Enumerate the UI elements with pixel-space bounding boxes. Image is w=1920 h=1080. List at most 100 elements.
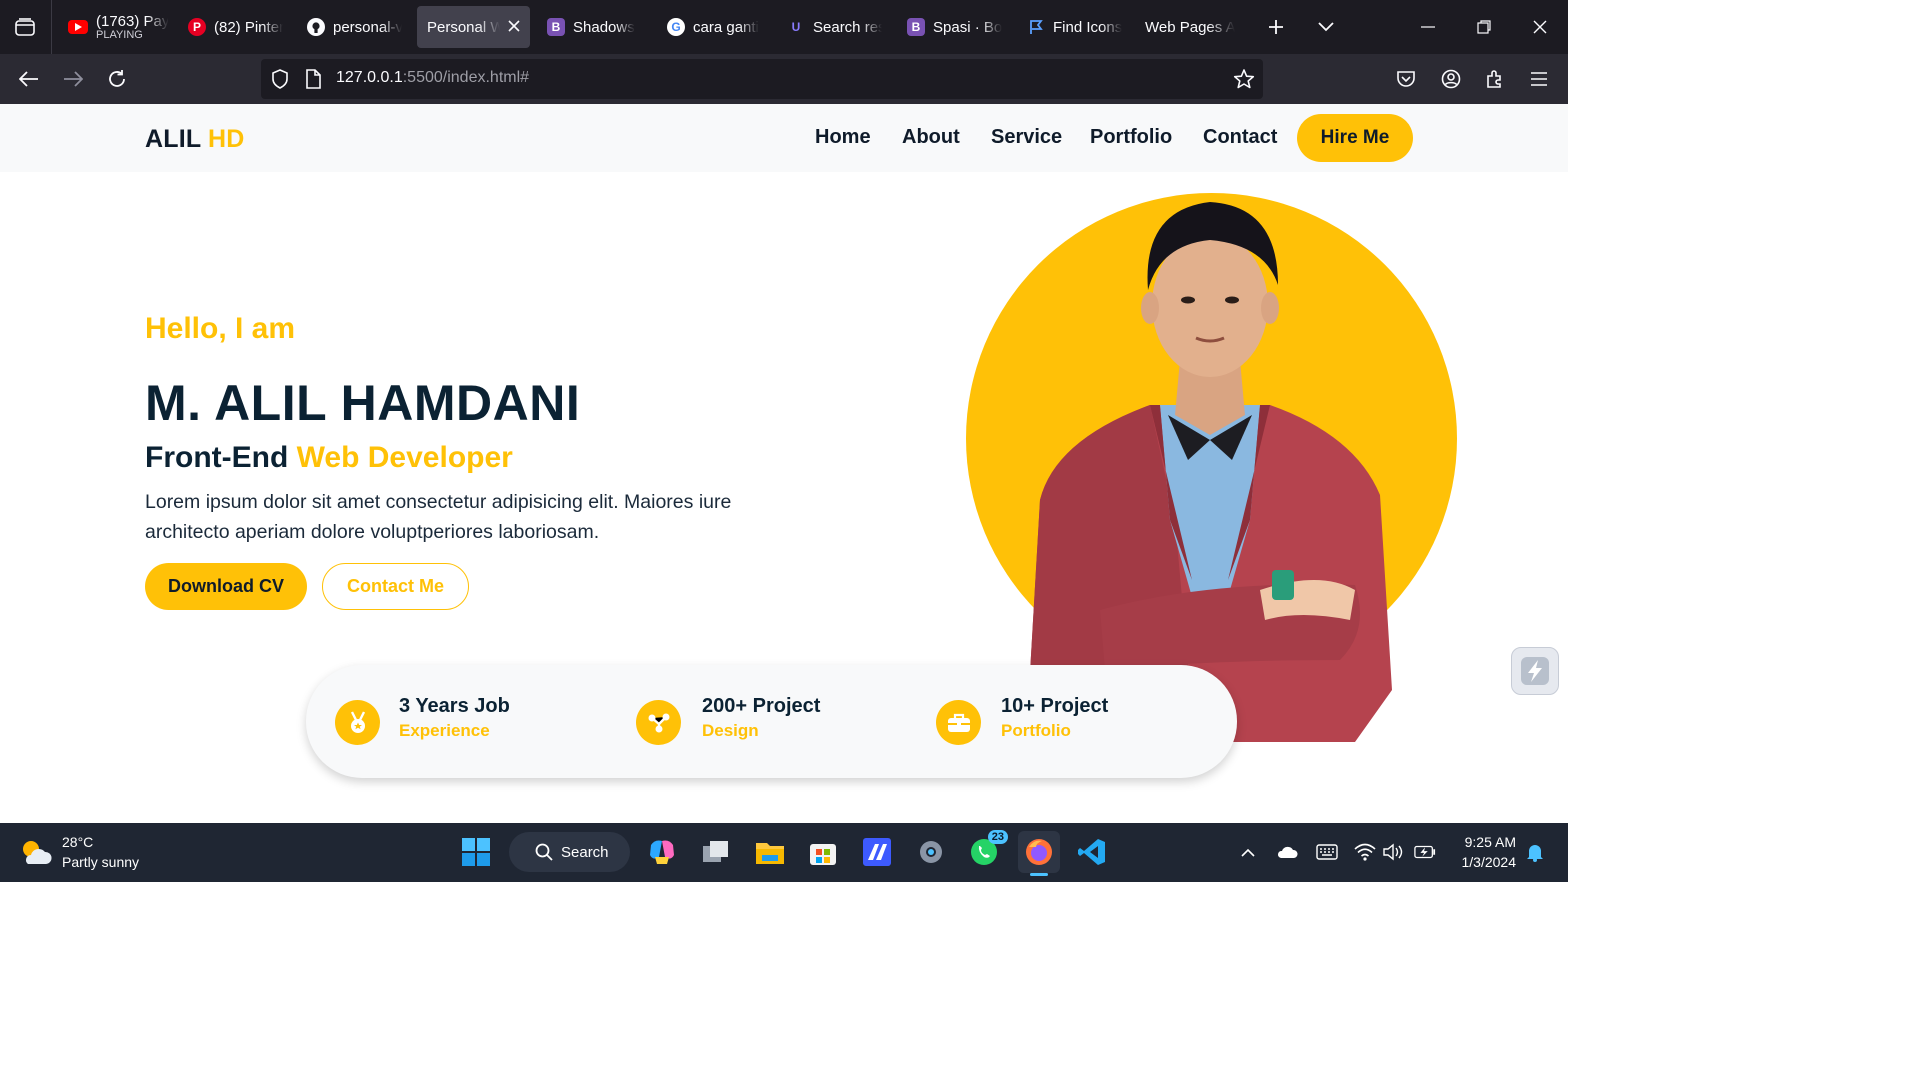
tab-youtube[interactable]: (1763) Pay PLAYING (58, 6, 168, 48)
notification-badge: 23 (987, 830, 1008, 844)
close-tab-icon[interactable] (508, 19, 520, 36)
tab-title: Find Icons (1053, 18, 1122, 36)
tab-github[interactable]: personal-v (297, 6, 412, 48)
clock-date: 1/3/2024 (1461, 854, 1517, 870)
copilot-icon[interactable] (644, 834, 680, 870)
tab-pinterest[interactable]: P (82) Pinter (178, 6, 293, 48)
firefox-icon[interactable] (1018, 831, 1060, 873)
keyboard-icon[interactable] (1316, 841, 1338, 863)
address-bar[interactable]: 127.0.0.1:5500/index.html# (261, 59, 1263, 99)
search-icon (535, 843, 553, 861)
app-icon[interactable] (859, 834, 895, 870)
weather-widget[interactable]: 28°C Partly sunny (18, 832, 139, 872)
page-info-icon[interactable] (305, 69, 321, 94)
nav-link-about[interactable]: About (902, 126, 960, 149)
download-cv-button[interactable]: Download CV (145, 563, 307, 610)
notification-bell-icon[interactable] (1524, 841, 1546, 863)
taskbar-search[interactable]: Search (509, 832, 630, 872)
show-hidden-icons-chevron-up-icon[interactable] (1237, 841, 1259, 863)
tab-uiverse[interactable]: U Search res (777, 6, 892, 48)
microsoft-store-icon[interactable] (805, 834, 841, 870)
briefcase-icon (936, 700, 981, 745)
onedrive-cloud-icon[interactable] (1276, 841, 1298, 863)
tab-spasi[interactable]: B Spasi · Boo (897, 6, 1012, 48)
nav-link-contact[interactable]: Contact (1203, 126, 1277, 149)
search-label: Search (561, 843, 609, 861)
active-app-indicator (1030, 873, 1048, 876)
tab-title: (82) Pinter (214, 18, 283, 36)
tab-title: cara ganti (693, 18, 759, 36)
profile-photo (1026, 202, 1392, 742)
tab-title: personal-v (333, 18, 402, 36)
new-tab-icon[interactable] (1261, 12, 1291, 42)
flag-icon (1027, 18, 1045, 36)
tab-find-icons[interactable]: Find Icons (1017, 6, 1132, 48)
whatsapp-icon[interactable]: 23 (966, 830, 1008, 870)
windows-start-icon[interactable] (458, 834, 494, 870)
volume-icon[interactable] (1383, 841, 1405, 863)
url-path: :5500/index.html# (402, 69, 530, 86)
stat-subtitle: Experience (399, 721, 490, 740)
back-arrow-icon[interactable] (13, 63, 45, 95)
bookmark-star-icon[interactable] (1233, 68, 1255, 95)
close-window-icon[interactable] (1525, 12, 1555, 42)
task-view-icon[interactable] (698, 834, 734, 870)
tab-list-icon[interactable] (10, 12, 40, 42)
tab-title: Search res (813, 18, 882, 36)
pocket-icon[interactable] (1390, 63, 1422, 95)
browser-toolbar: 127.0.0.1:5500/index.html# (0, 54, 1568, 104)
chevron-down-icon[interactable] (1311, 12, 1341, 42)
hamburger-menu-icon[interactable] (1523, 63, 1555, 95)
bootstrap-icon: B (907, 18, 925, 36)
vscode-icon[interactable] (1074, 834, 1110, 870)
site-header: ALIL HD Home About Service Portfolio Con… (0, 104, 1568, 172)
tab-playing-label: PLAYING (96, 29, 143, 41)
tab-title: Spasi · Boo (933, 18, 1002, 36)
shield-icon[interactable] (271, 69, 289, 94)
tab-shadows[interactable]: B Shadows (537, 6, 652, 48)
url-text[interactable]: 127.0.0.1:5500/index.html# (336, 69, 529, 87)
wifi-icon[interactable] (1354, 841, 1376, 863)
settings-gear-icon[interactable] (913, 834, 949, 870)
tab-web-pages[interactable]: Web Pages AL (1135, 6, 1250, 48)
forward-arrow-icon[interactable] (57, 63, 89, 95)
hero-role: Front-End Web Developer (145, 441, 513, 475)
system-clock[interactable]: 9:25 AM 1/3/2024 (1450, 832, 1517, 872)
minimize-icon[interactable] (1413, 12, 1443, 42)
pinterest-icon: P (188, 18, 206, 36)
clock-time: 9:25 AM (1464, 834, 1516, 850)
tab-google[interactable]: G cara ganti (657, 6, 772, 48)
windows-taskbar: 28°C Partly sunny Search 23 9:25 AM 1/3/… (0, 823, 1568, 882)
stats-card: 3 Years Job Experience 200+ Project Desi… (306, 665, 1237, 778)
google-icon: G (667, 18, 685, 36)
youtube-icon (68, 20, 88, 34)
nav-link-service[interactable]: Service (991, 126, 1062, 149)
contact-me-button[interactable]: Contact Me (322, 563, 469, 610)
hero-name: M. ALIL HAMDANI (145, 375, 581, 431)
stat-title: 10+ Project (1001, 695, 1109, 717)
nav-link-home[interactable]: Home (815, 126, 871, 149)
github-icon (307, 18, 325, 36)
medal-icon (335, 700, 380, 745)
tab-title: (1763) Pay (96, 13, 168, 30)
hero-greeting: Hello, I am (145, 312, 296, 345)
tab-title: Personal W (427, 18, 500, 36)
hero-description: Lorem ipsum dolor sit amet consectetur a… (145, 491, 732, 543)
file-explorer-icon[interactable] (752, 834, 788, 870)
site-logo[interactable]: ALIL HD (145, 125, 245, 154)
weather-temperature: 28°C (62, 834, 94, 850)
extensions-icon[interactable] (1479, 63, 1511, 95)
nav-link-portfolio[interactable]: Portfolio (1090, 126, 1172, 149)
account-icon[interactable] (1435, 63, 1467, 95)
weather-condition: Partly sunny (62, 854, 140, 870)
role-accent: Web Developer (296, 441, 513, 474)
url-host: 127.0.0.1 (336, 69, 403, 86)
reload-icon[interactable] (101, 63, 133, 95)
restore-icon[interactable] (1469, 12, 1499, 42)
tab-personal-web-active[interactable]: Personal W (417, 6, 530, 48)
bootstrap-icon: B (547, 18, 565, 36)
stat-subtitle: Portfolio (1001, 721, 1071, 740)
battery-charging-icon[interactable] (1414, 841, 1436, 863)
floating-action-button[interactable] (1511, 647, 1559, 695)
hire-me-button[interactable]: Hire Me (1297, 114, 1413, 162)
